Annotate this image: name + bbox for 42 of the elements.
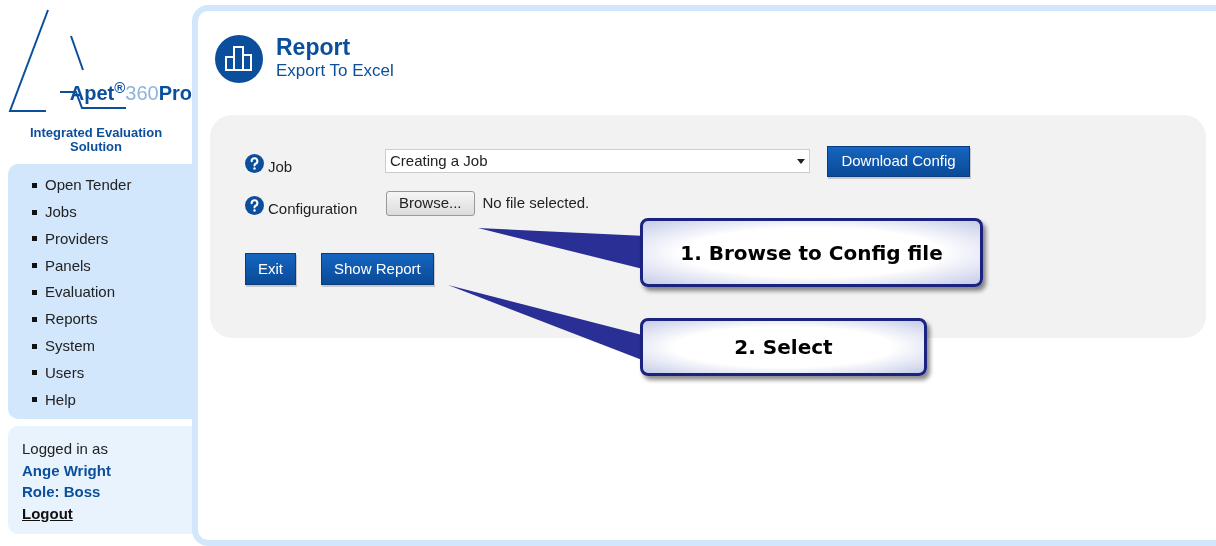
chart-icon — [215, 35, 263, 83]
action-button[interactable]: Show Report — [321, 253, 434, 285]
action-button[interactable]: Exit — [245, 253, 296, 285]
nav-item[interactable]: Users — [32, 359, 192, 387]
bullet-icon — [32, 316, 37, 322]
nav-item[interactable]: Evaluation — [32, 279, 192, 306]
help-icon[interactable] — [245, 195, 264, 215]
bullet-icon — [32, 263, 37, 269]
bullet-icon — [32, 290, 37, 296]
nav-item[interactable]: Providers — [32, 225, 192, 253]
logo-tagline: Integrated Evaluation Solution — [28, 126, 164, 154]
login-label: Logged in as — [22, 439, 109, 460]
nav-item[interactable]: Panels — [32, 252, 192, 280]
callout: 2. Select — [640, 318, 927, 376]
bullet-icon — [32, 209, 37, 215]
bullet-icon — [32, 370, 37, 376]
bullet-icon — [32, 236, 37, 242]
download-config-button[interactable]: Download Config — [827, 145, 970, 177]
field-label: Configuration — [268, 198, 358, 219]
caret-icon — [797, 158, 805, 164]
bullet-icon — [32, 182, 37, 188]
user-name: Ange Wright — [22, 460, 112, 481]
file-status: No file selected. — [482, 192, 590, 213]
job-select[interactable]: Creating a Job — [385, 149, 810, 173]
nav-item[interactable]: Help — [32, 386, 192, 414]
user-role: Role: Boss — [22, 482, 102, 503]
logo-number: 360 — [125, 81, 159, 106]
bullet-icon — [32, 343, 37, 349]
page-subtitle: Export To Excel — [276, 61, 394, 81]
page-title: Report — [276, 33, 352, 61]
nav-item[interactable]: Open Tender — [32, 172, 192, 199]
nav-item[interactable]: Jobs — [32, 198, 192, 226]
logout-link[interactable]: Logout — [22, 502, 73, 525]
nav-item[interactable]: Reports — [32, 306, 192, 333]
callout: 1. Browse to Config file — [640, 218, 983, 287]
browse-button[interactable]: Browse... — [386, 190, 475, 216]
bullet-icon — [32, 397, 37, 403]
help-icon[interactable] — [245, 153, 264, 173]
field-label: Job — [268, 156, 293, 177]
logo-suffix: Pro — [158, 81, 192, 106]
nav-item[interactable]: System — [32, 332, 192, 360]
logo-brand: Apet$^{®}$ — [69, 78, 126, 106]
